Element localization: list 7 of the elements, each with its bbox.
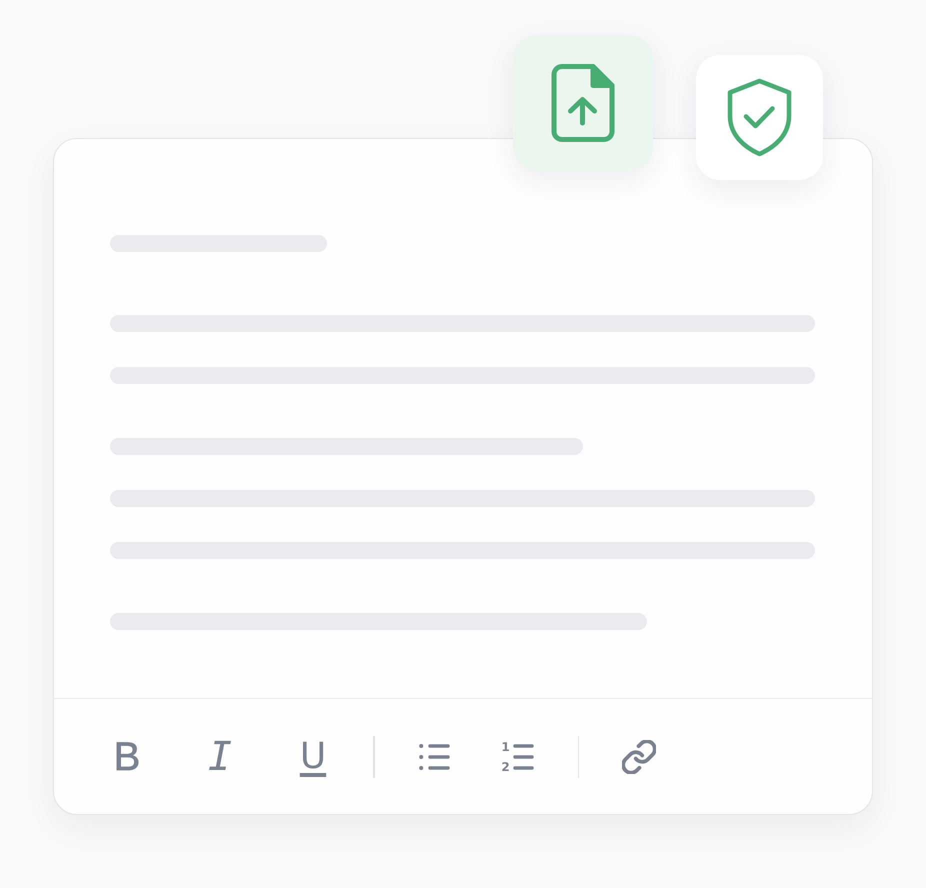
underline-button[interactable]: U [289,732,337,780]
bold-button[interactable]: B [103,732,151,780]
bullet-list-icon [419,742,450,770]
link-icon [622,740,656,774]
list-lines-icon [512,742,534,770]
italic-button[interactable]: I [196,732,244,780]
numbered-list-button[interactable]: 1 2 [494,732,542,780]
